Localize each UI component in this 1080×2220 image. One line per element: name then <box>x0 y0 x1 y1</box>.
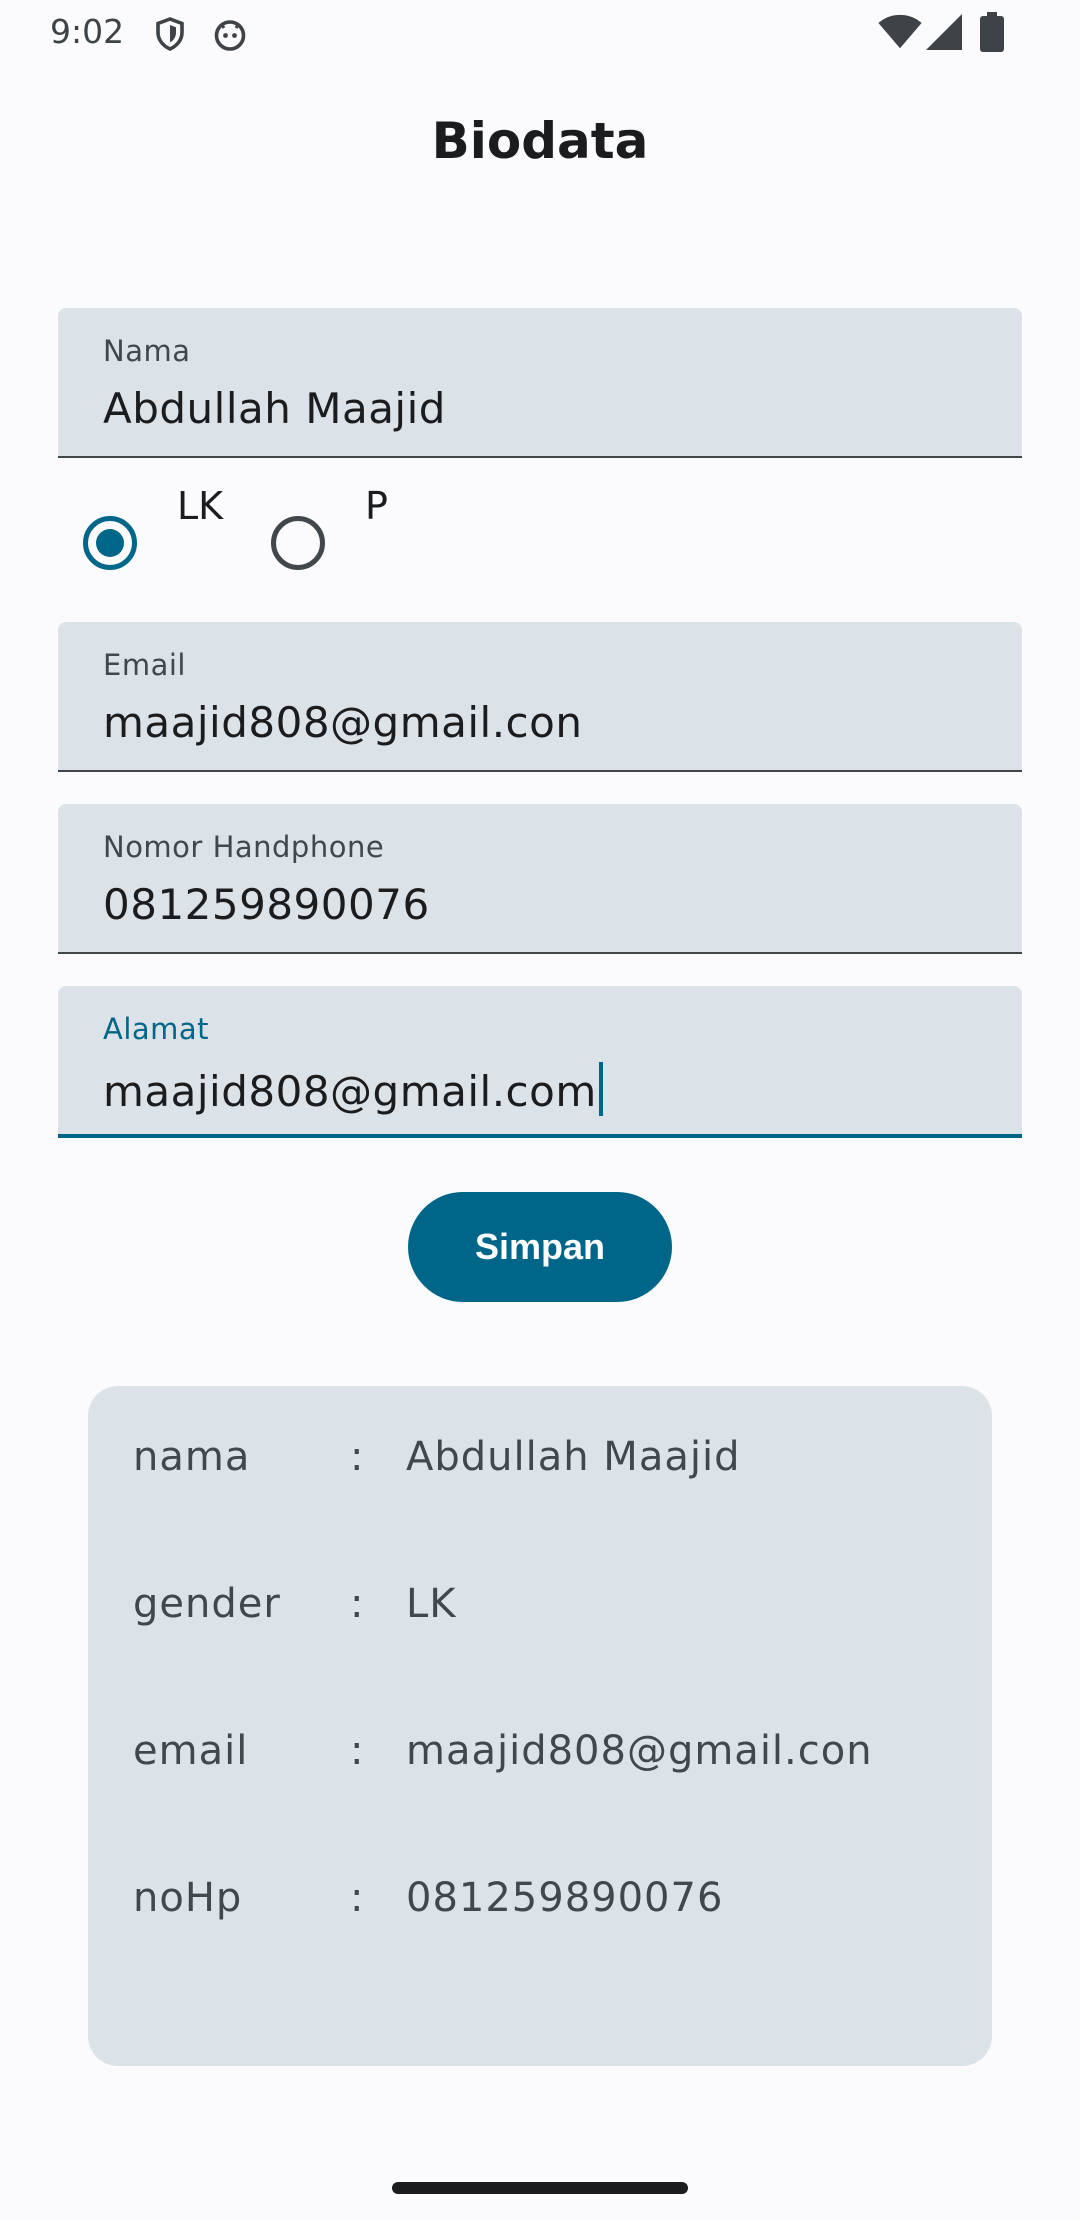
result-value: maajid808@gmail.con <box>406 1728 873 1774</box>
page-title: Biodata <box>431 112 649 170</box>
email-field-label: Email <box>103 648 186 682</box>
battery-icon <box>980 12 1004 56</box>
gesture-nav-bar[interactable] <box>392 2182 688 2194</box>
phone-field[interactable]: Nomor Handphone 081259890076 <box>58 804 1022 954</box>
result-value: 081259890076 <box>406 1875 724 1921</box>
radio-lk[interactable] <box>83 516 137 570</box>
result-separator: : <box>350 1728 365 1774</box>
result-row-nama: nama : Abdullah Maajid <box>88 1434 992 1494</box>
result-key: nama <box>133 1434 251 1480</box>
text-caret <box>598 1062 603 1116</box>
result-value: Abdullah Maajid <box>406 1434 741 1480</box>
nama-field-label: Nama <box>103 334 191 368</box>
android-robot-icon <box>212 16 248 56</box>
result-row-nohp: noHp : 081259890076 <box>88 1875 992 1935</box>
alamat-field-value-wrap[interactable]: maajid808@gmail.com <box>103 1062 603 1116</box>
signal-icon <box>926 14 962 54</box>
result-key: noHp <box>133 1875 243 1921</box>
result-separator: : <box>350 1875 365 1921</box>
email-field-value[interactable]: maajid808@gmail.con <box>103 698 582 747</box>
status-time: 9:02 <box>50 12 125 51</box>
nama-field-value[interactable]: Abdullah Maajid <box>103 384 446 433</box>
result-row-gender: gender : LK <box>88 1581 992 1641</box>
result-separator: : <box>350 1434 365 1480</box>
phone-field-value[interactable]: 081259890076 <box>103 880 430 929</box>
gender-radio-group: LK P <box>0 460 1080 600</box>
status-bar: 9:02 <box>0 0 1080 68</box>
radio-lk-label[interactable]: LK <box>177 484 223 528</box>
result-key: email <box>133 1728 249 1774</box>
result-separator: : <box>350 1581 365 1627</box>
radio-lk-dot <box>96 529 124 557</box>
alamat-field-value: maajid808@gmail.com <box>103 1067 597 1116</box>
result-card: nama : Abdullah Maajid gender : LK email… <box>88 1386 992 2066</box>
result-row-email: email : maajid808@gmail.con <box>88 1728 992 1788</box>
radio-p[interactable] <box>271 516 325 570</box>
result-key: gender <box>133 1581 281 1627</box>
phone-field-label: Nomor Handphone <box>103 830 385 864</box>
shield-icon <box>152 16 188 56</box>
wifi-icon <box>878 14 922 54</box>
radio-p-label[interactable]: P <box>365 484 388 528</box>
nama-field[interactable]: Nama Abdullah Maajid <box>58 308 1022 458</box>
email-field[interactable]: Email maajid808@gmail.con <box>58 622 1022 772</box>
result-value: LK <box>406 1581 457 1627</box>
save-button[interactable]: Simpan <box>408 1192 672 1302</box>
alamat-field[interactable]: Alamat maajid808@gmail.com <box>58 986 1022 1138</box>
alamat-field-label: Alamat <box>103 1012 210 1046</box>
